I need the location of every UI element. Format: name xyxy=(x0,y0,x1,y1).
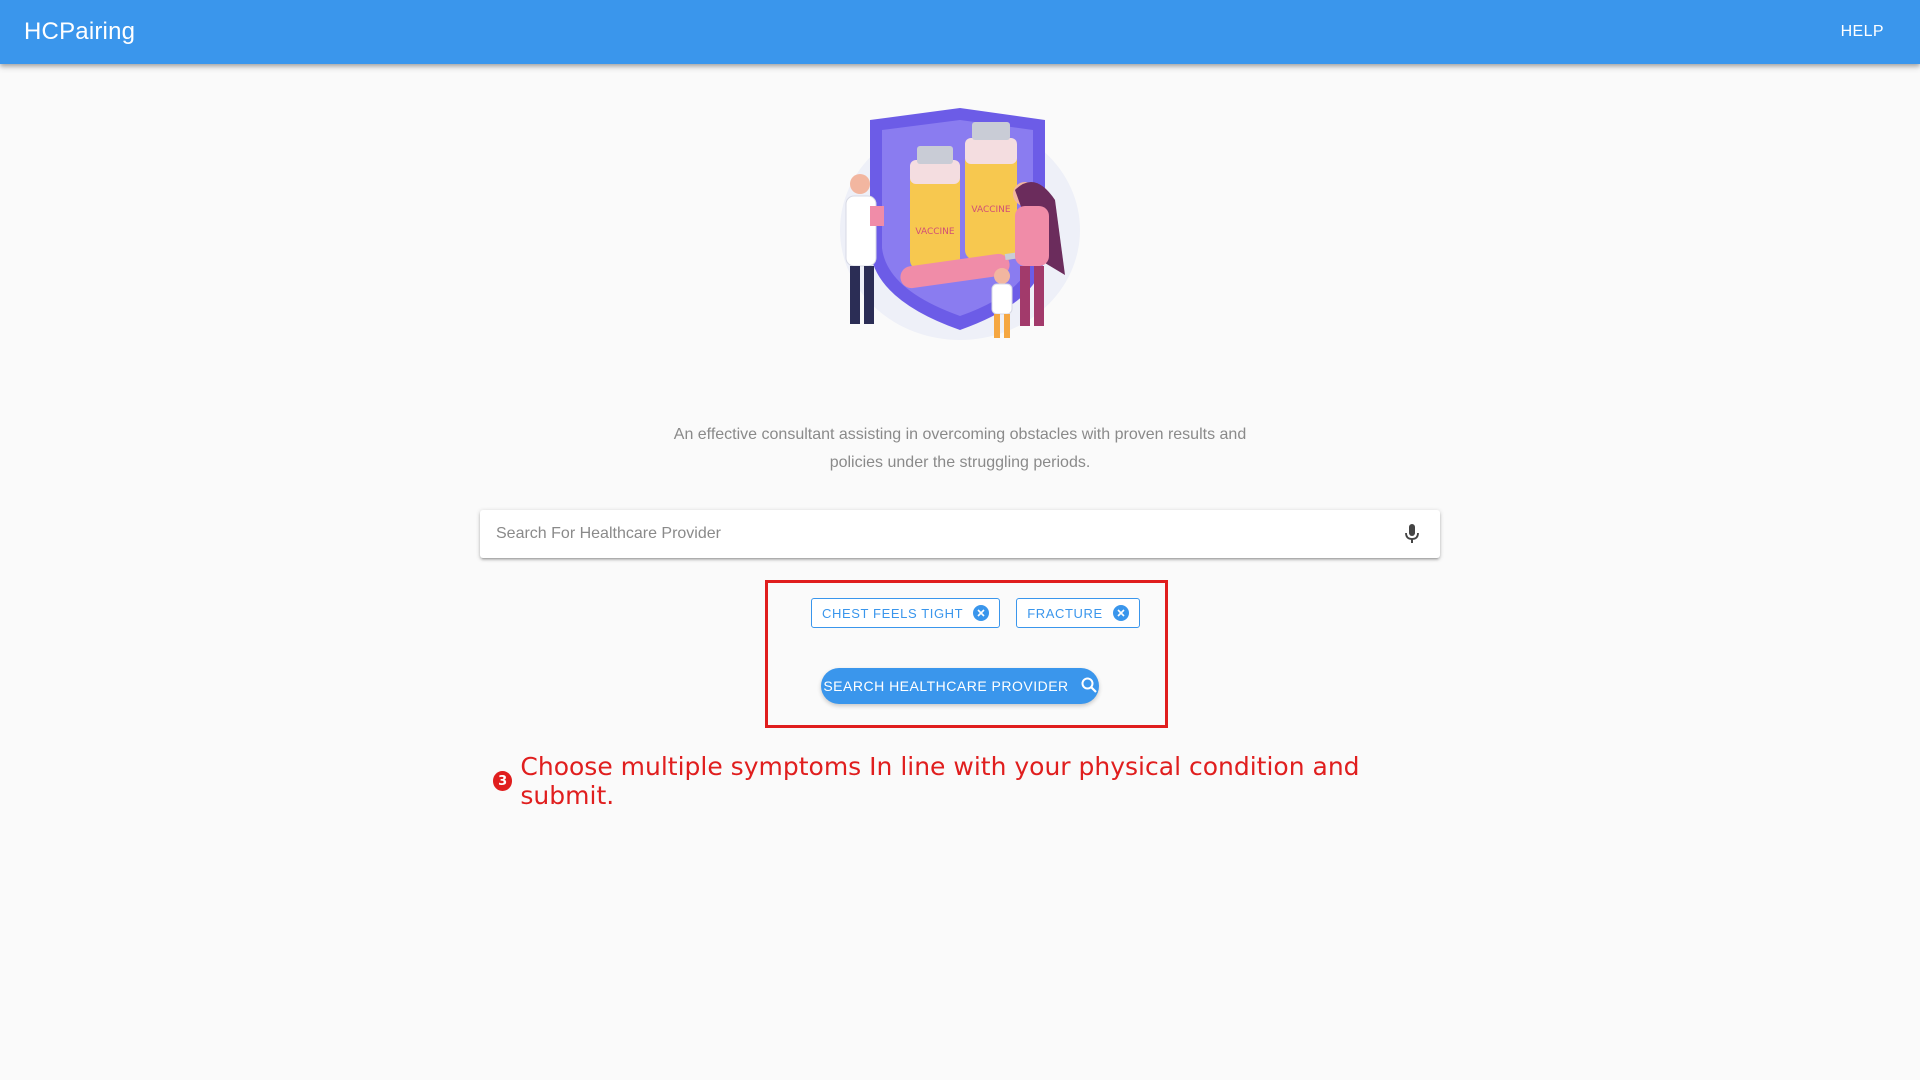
vial-label-left: VACCINE xyxy=(915,227,955,237)
search-healthcare-provider-button[interactable]: SEARCH HEALTHCARE PROVIDER xyxy=(821,668,1099,704)
search-icon xyxy=(1081,677,1097,696)
step-number-badge: 3 xyxy=(493,771,513,791)
vial-label-right: VACCINE xyxy=(971,205,1011,215)
symptom-chip: FRACTURE xyxy=(1016,598,1140,628)
mic-icon[interactable] xyxy=(1400,522,1424,546)
symptom-chips: CHEST FEELS TIGHT FRACTURE xyxy=(811,598,1140,628)
tagline-line-1: An effective consultant assisting in ove… xyxy=(673,426,1247,443)
search-button-label: SEARCH HEALTHCARE PROVIDER xyxy=(823,678,1069,694)
search-input[interactable] xyxy=(496,525,1400,543)
app-title: HCPairing xyxy=(24,18,136,45)
symptom-chip: CHEST FEELS TIGHT xyxy=(811,598,1001,628)
hero-illustration: VACCINE VACCINE xyxy=(820,100,1100,360)
tagline-line-2: policies under the struggling periods. xyxy=(829,454,1091,471)
tagline: An effective consultant assisting in ove… xyxy=(640,421,1280,477)
close-circle-icon[interactable] xyxy=(1112,605,1129,621)
help-button[interactable]: HELP xyxy=(1829,15,1896,49)
symptom-chip-label: CHEST FEELS TIGHT xyxy=(822,605,964,621)
instruction-text: Choose multiple symptoms In line with yo… xyxy=(520,752,1360,810)
symptom-chip-label: FRACTURE xyxy=(1027,605,1103,621)
app-bar: HCPairing HELP xyxy=(0,0,1920,64)
close-circle-icon[interactable] xyxy=(973,605,990,621)
instruction-annotation: 3 Choose multiple symptoms In line with … xyxy=(493,752,1433,810)
search-bar xyxy=(480,510,1440,558)
